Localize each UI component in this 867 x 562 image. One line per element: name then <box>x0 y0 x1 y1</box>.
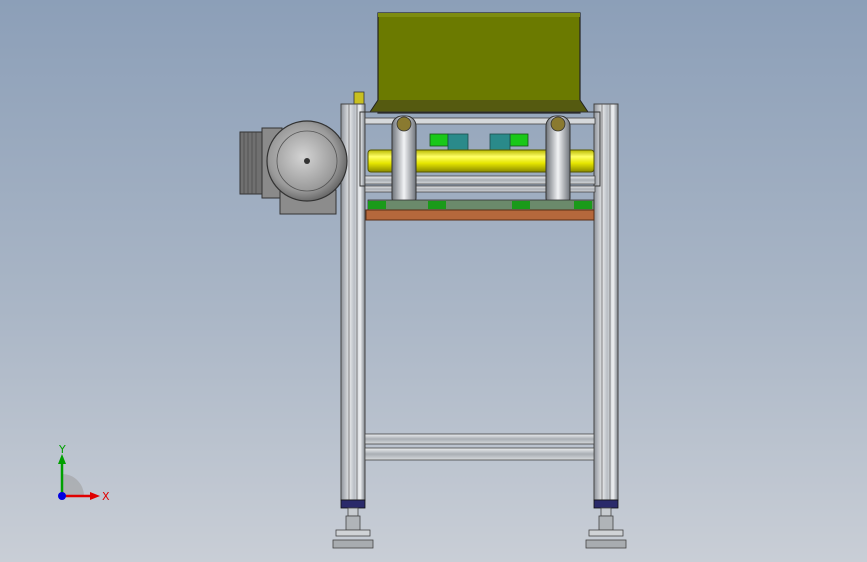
x-axis-arrowhead <box>90 492 100 500</box>
right-frame-post[interactable] <box>593 103 619 501</box>
hopper[interactable] <box>369 12 589 114</box>
y-axis-label: Y <box>58 443 66 456</box>
triad-quarter-disc <box>62 474 84 496</box>
x-axis-label: X <box>102 490 110 503</box>
cad-viewport[interactable]: Y X <box>0 0 867 562</box>
gear-motor[interactable] <box>239 120 348 215</box>
base-plate[interactable] <box>365 199 595 221</box>
lower-crossbar[interactable] <box>364 433 595 461</box>
leveling-foot-right[interactable] <box>585 499 627 549</box>
assembly-drawing <box>239 12 627 549</box>
bearing-blocks[interactable] <box>429 133 529 151</box>
leveling-foot-left[interactable] <box>332 499 374 549</box>
z-axis-dot <box>58 492 66 500</box>
axis-triad: Y X <box>58 443 110 503</box>
